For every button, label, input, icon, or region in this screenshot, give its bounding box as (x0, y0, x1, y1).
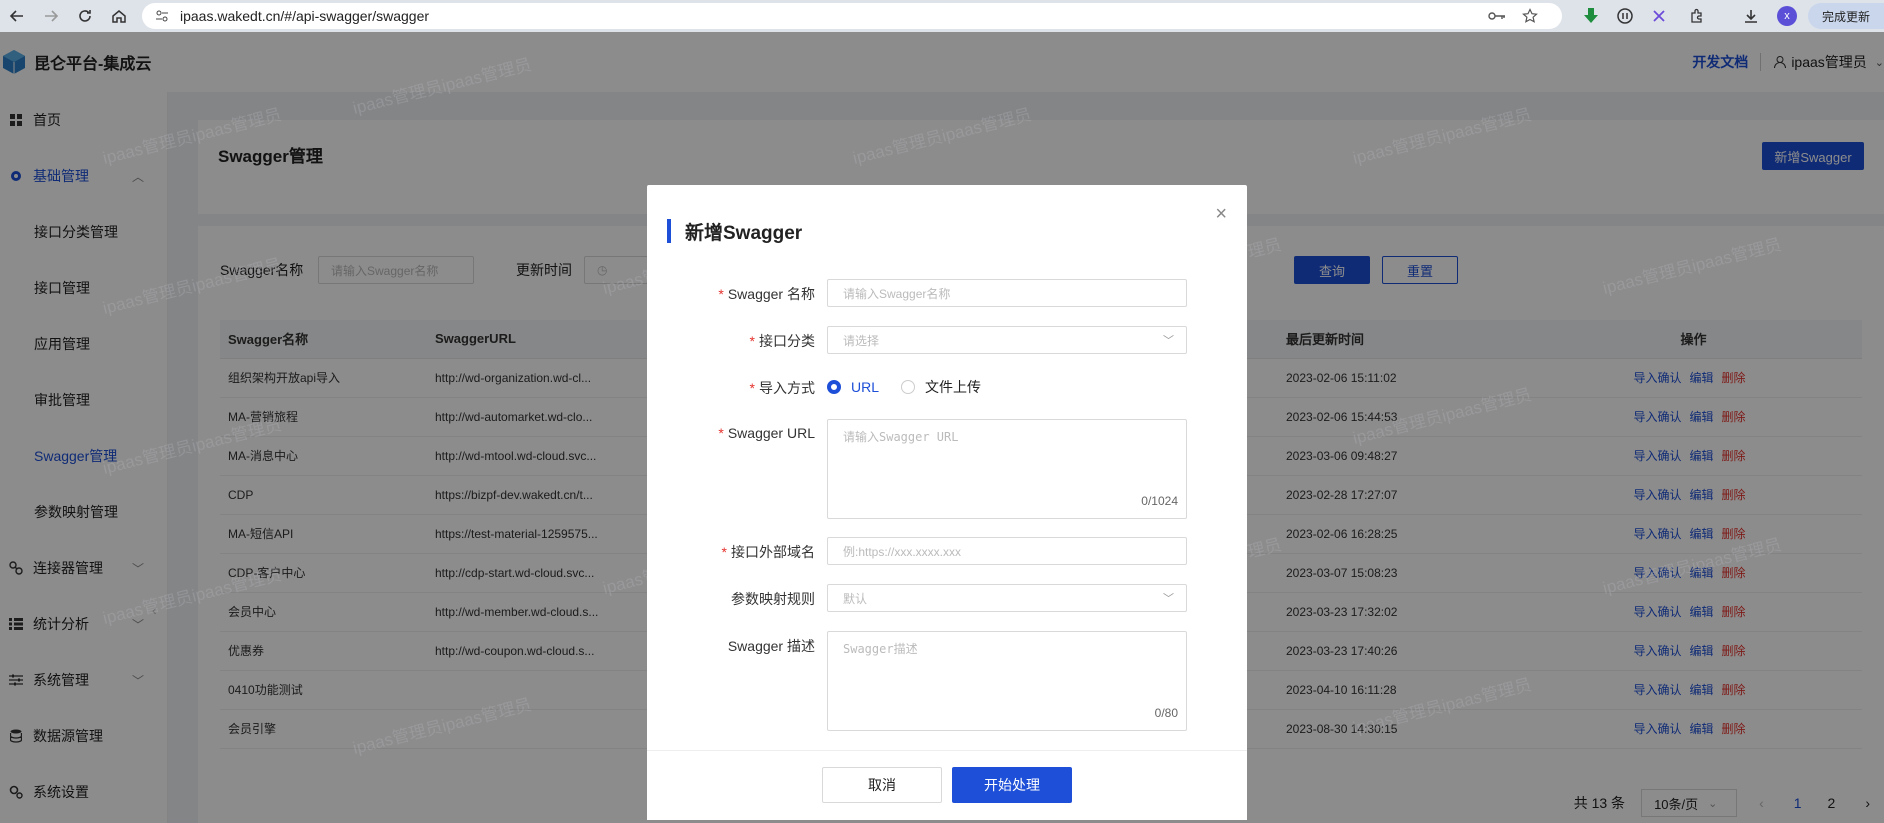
external-domain-label: * 接口外部域名 (722, 542, 815, 562)
password-key-icon[interactable] (1488, 3, 1506, 29)
radio-unchecked-icon (901, 380, 916, 394)
cancel-button[interactable]: 取消 (822, 767, 942, 803)
label-text: Swagger URL (727, 425, 815, 441)
swagger-name-input[interactable]: 请输入Swagger名称 (827, 279, 1187, 307)
chevron-down-icon: ﹀ (1163, 593, 1174, 605)
import-method-radio-group: URL 文件上传 (827, 376, 1003, 398)
url-placeholder: 请输入Swagger URL (843, 430, 959, 444)
label-text: Swagger 名称 (727, 286, 815, 302)
param-mapping-label: 参数映射规则 (731, 589, 815, 609)
extension-icon[interactable] (1614, 5, 1636, 27)
param-mapping-select[interactable]: 默认 ﹀ (827, 584, 1187, 612)
description-label: Swagger 描述 (728, 636, 815, 656)
bookmark-star-icon[interactable] (1522, 3, 1538, 29)
site-settings-icon[interactable] (154, 3, 170, 29)
swagger-name-label: * Swagger 名称 (718, 284, 815, 304)
modal-footer: 取消 开始处理 (647, 750, 1247, 820)
address-bar[interactable]: ipaas.wakedt.cn/#/api-swagger/swagger (142, 3, 1562, 29)
radio-url[interactable]: URL (827, 379, 879, 395)
required-mark: * (718, 286, 724, 302)
forward-icon[interactable] (34, 0, 68, 32)
url-text: ipaas.wakedt.cn/#/api-swagger/swagger (180, 8, 430, 24)
reload-icon[interactable] (68, 0, 102, 32)
download-extension-icon[interactable] (1580, 5, 1602, 27)
description-textarea[interactable]: Swagger描述 0/80 (827, 631, 1187, 731)
swagger-url-label: * Swagger URL (718, 425, 815, 441)
category-label: * 接口分类 (750, 331, 815, 351)
import-method-label: * 导入方式 (750, 378, 815, 398)
desc-placeholder: Swagger描述 (843, 642, 918, 656)
label-text: Swagger 描述 (727, 638, 815, 654)
browser-toolbar: ipaas.wakedt.cn/#/api-swagger/swagger x … (0, 0, 1884, 32)
profile-avatar[interactable]: x (1776, 5, 1798, 27)
title-accent-bar (667, 219, 671, 243)
desc-char-counter: 0/80 (1154, 706, 1178, 720)
required-mark: * (721, 544, 727, 560)
label-text: 接口分类 (759, 333, 815, 349)
label-text: 导入方式 (759, 380, 815, 396)
url-char-counter: 0/1024 (1141, 494, 1178, 508)
category-placeholder: 请选择 (843, 333, 880, 348)
update-button[interactable]: 完成更新 (1808, 3, 1884, 29)
required-mark: * (749, 333, 755, 349)
radio-label: 文件上传 (925, 379, 982, 395)
swagger-url-textarea[interactable]: 请输入Swagger URL 0/1024 (827, 419, 1187, 519)
home-icon[interactable] (102, 0, 136, 32)
external-domain-input[interactable]: 例:https://xxx.xxxx.xxx (827, 537, 1187, 565)
category-select[interactable]: 请选择 ﹀ (827, 326, 1187, 354)
back-icon[interactable] (0, 0, 34, 32)
close-icon[interactable]: × (1215, 203, 1227, 226)
start-processing-button[interactable]: 开始处理 (952, 767, 1072, 803)
puzzle-extensions-icon[interactable] (1686, 5, 1708, 27)
label-text: 参数映射规则 (731, 591, 815, 607)
x-extension-icon[interactable] (1648, 5, 1670, 27)
radio-label: URL (851, 379, 880, 395)
modal-title-text: 新增Swagger (685, 222, 803, 244)
radio-checked-icon (827, 380, 841, 394)
chevron-down-icon: ﹀ (1163, 335, 1174, 347)
radio-file-upload[interactable]: 文件上传 (901, 377, 981, 397)
modal-title: 新增Swagger (667, 219, 803, 244)
label-text: 接口外部域名 (731, 544, 815, 560)
required-mark: * (749, 380, 755, 396)
downloads-icon[interactable] (1740, 5, 1762, 27)
new-swagger-modal: 新增Swagger × * Swagger 名称 请输入Swagger名称 * 接口… (647, 185, 1247, 820)
mapping-value: 默认 (843, 591, 868, 606)
required-mark: * (718, 425, 724, 441)
